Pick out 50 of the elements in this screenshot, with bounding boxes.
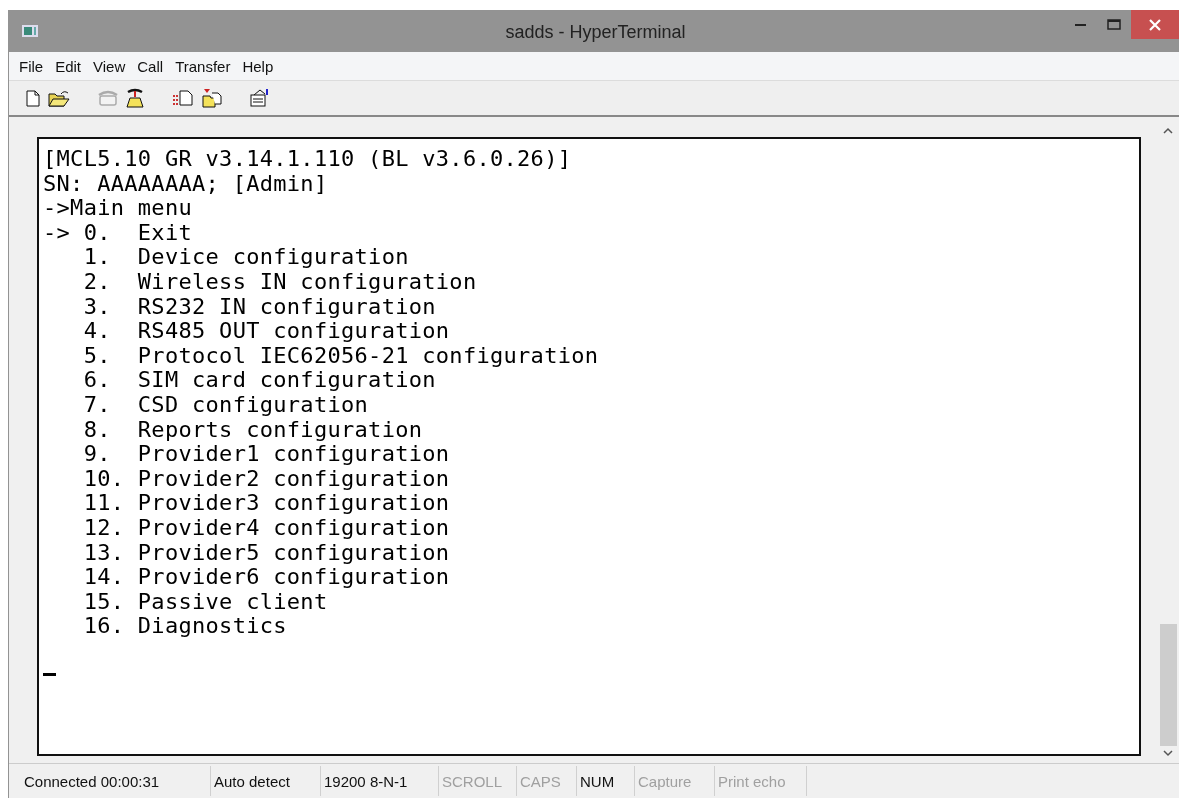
- terminal-line: 2. Wireless IN configuration: [82, 269, 478, 295]
- status-panel: Capture: [635, 766, 715, 796]
- close-button[interactable]: [1131, 10, 1179, 39]
- minimize-icon: [1074, 23, 1086, 26]
- window-title: sadds - HyperTerminal: [504, 22, 687, 43]
- terminal-line: 16. Diagnostics: [82, 614, 288, 639]
- maximize-icon: [1107, 19, 1121, 30]
- terminal-line: 6. SIM card configuration: [82, 368, 437, 393]
- terminal-line: 7. CSD configuration: [82, 392, 370, 418]
- terminal-line: SN: AAAAAAAA; [Admin]: [43, 171, 329, 197]
- properties-icon[interactable]: [250, 89, 270, 107]
- menu-item[interactable]: Transfer: [169, 57, 237, 75]
- terminal-line: 14. Provider6 configuration: [82, 565, 451, 590]
- close-icon: [1149, 18, 1161, 31]
- terminal-line: -> 0. Exit: [43, 220, 193, 246]
- status-panel: CAPS: [517, 766, 577, 796]
- terminal-line: 5. Protocol IEC62056-21 configuration: [82, 343, 600, 369]
- status-panel: Auto detect: [211, 766, 321, 796]
- menu-item[interactable]: File: [13, 57, 50, 75]
- receive-file-icon[interactable]: [202, 88, 222, 108]
- terminal-screen[interactable]: [37, 137, 1141, 756]
- send-file-icon[interactable]: [172, 90, 194, 106]
- terminal-line: 13. Provider5 configuration: [82, 540, 451, 566]
- status-panel: SCROLL: [439, 766, 517, 796]
- terminal-line: 8. Reports configuration: [82, 417, 424, 443]
- terminal-line: 9. Provider1 configuration: [82, 442, 451, 467]
- status-panel: Connected 00:00:31: [21, 766, 211, 796]
- scroll-down-icon[interactable]: [1163, 750, 1173, 757]
- telephone-icon[interactable]: [126, 88, 144, 108]
- scroll-up-icon[interactable]: [1163, 127, 1173, 134]
- terminal-line: 3. RS232 IN configuration: [82, 294, 437, 320]
- open-folder-icon[interactable]: [48, 89, 70, 107]
- terminal-line: 4. RS485 OUT configuration: [82, 319, 451, 344]
- scrollbar-thumb[interactable]: [1159, 624, 1177, 746]
- menu-item[interactable]: Call: [131, 57, 170, 75]
- terminal-line: ->Main menu: [43, 196, 193, 221]
- menu-item[interactable]: View: [87, 57, 132, 75]
- menu-item[interactable]: Help: [236, 57, 280, 75]
- terminal-line: 15. Passive client: [82, 589, 329, 615]
- terminal-line: 11. Provider3 configuration: [82, 491, 451, 516]
- status-panel: 19200 8-N-1: [321, 766, 439, 796]
- terminal-line: 10. Provider2 configuration: [82, 466, 451, 492]
- terminal-line: [MCL5.10 GR v3.14.1.110 (BL v3.6.0.26)]: [43, 147, 573, 172]
- status-panel: NUM: [577, 766, 635, 796]
- terminal-line: 12. Provider4 configuration: [82, 515, 451, 541]
- terminal-line: 1. Device configuration: [82, 245, 410, 270]
- status-panel: Print echo: [715, 766, 807, 796]
- new-document-icon[interactable]: [26, 89, 40, 107]
- terminal-app-icon: [22, 25, 38, 37]
- menu-item[interactable]: Edit: [49, 57, 88, 75]
